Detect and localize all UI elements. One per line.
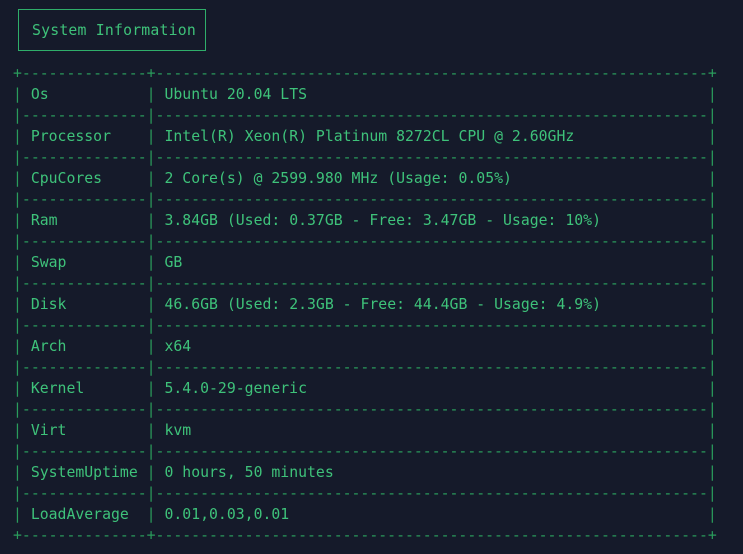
cell-divider: | (146, 464, 165, 481)
row-key: Arch (30, 338, 67, 355)
cell-divider: | (146, 128, 165, 145)
cell-divider: | (146, 338, 165, 355)
row-value: 2 Core(s) @ 2599.980 MHz (Usage: 0.05%) (164, 170, 512, 187)
cell-divider: | (707, 506, 717, 523)
table-row: | Ram | 3.84GB (Used: 0.37GB - Free: 3.4… (13, 210, 717, 231)
row-key: CpuCores (30, 170, 103, 187)
cell-divider: | (146, 170, 165, 187)
cell-divider: | (13, 506, 31, 523)
row-separator: |--------------|------------------------… (13, 149, 717, 166)
system-info-table: +--------------+------------------------… (13, 63, 717, 546)
table-row: | Swap | GB | (13, 252, 717, 273)
cell-divider: | (707, 338, 717, 355)
cell-divider: | (13, 422, 31, 439)
table-row: | SystemUptime | 0 hours, 50 minutes | (13, 462, 717, 483)
cell-divider: | (13, 128, 31, 145)
row-value: 5.4.0-29-generic (164, 380, 308, 397)
cell-divider: | (146, 86, 165, 103)
title-text: System Information (32, 21, 196, 39)
row-key: Processor (30, 128, 112, 145)
cell-divider: | (13, 86, 31, 103)
cell-divider: | (13, 170, 31, 187)
cell-divider: | (13, 212, 31, 229)
row-value: kvm (164, 422, 192, 439)
row-key: Kernel (30, 380, 85, 397)
cell-divider: | (146, 254, 165, 271)
table-row: | CpuCores | 2 Core(s) @ 2599.980 MHz (U… (13, 168, 717, 189)
cell-divider: | (707, 170, 717, 187)
row-separator: |--------------|------------------------… (13, 233, 717, 250)
cell-divider: | (707, 86, 717, 103)
system-information-title: System Information (18, 9, 206, 51)
cell-divider: | (707, 380, 717, 397)
row-separator: |--------------|------------------------… (13, 485, 717, 502)
table-row: | Kernel | 5.4.0-29-generic | (13, 378, 717, 399)
row-key: Os (30, 86, 49, 103)
row-key: Disk (30, 296, 67, 313)
row-separator: |--------------|------------------------… (13, 443, 717, 460)
table-row: | Os | Ubuntu 20.04 LTS | (13, 84, 717, 105)
row-value: 3.84GB (Used: 0.37GB - Free: 3.47GB - Us… (164, 212, 601, 229)
cell-divider: | (146, 380, 165, 397)
table-row: | Processor | Intel(R) Xeon(R) Platinum … (13, 126, 717, 147)
row-key: Ram (30, 212, 58, 229)
cell-divider: | (13, 296, 31, 313)
row-separator: |--------------|------------------------… (13, 275, 717, 292)
row-separator: |--------------|------------------------… (13, 359, 717, 376)
row-separator: |--------------|------------------------… (13, 191, 717, 208)
table-row: | Arch | x64 | (13, 336, 717, 357)
row-key: Swap (30, 254, 67, 271)
cell-divider: | (146, 296, 165, 313)
cell-divider: | (707, 422, 717, 439)
row-separator: |--------------|------------------------… (13, 401, 717, 418)
cell-divider: | (13, 380, 31, 397)
row-value: 0 hours, 50 minutes (164, 464, 334, 481)
table-row: | Virt | kvm | (13, 420, 717, 441)
table-border-bottom: +--------------+------------------------… (13, 527, 717, 544)
table-border-top: +--------------+------------------------… (13, 65, 717, 82)
row-value: Intel(R) Xeon(R) Platinum 8272CL CPU @ 2… (164, 128, 575, 145)
cell-divider: | (13, 338, 31, 355)
row-key: SystemUptime (30, 464, 138, 481)
row-separator: |--------------|------------------------… (13, 317, 717, 334)
row-key: Virt (30, 422, 67, 439)
row-value: x64 (164, 338, 192, 355)
cell-divider: | (13, 254, 31, 271)
table-row: | LoadAverage | 0.01,0.03,0.01 | (13, 504, 717, 525)
cell-divider: | (707, 464, 717, 481)
row-value: 46.6GB (Used: 2.3GB - Free: 44.4GB - Usa… (164, 296, 601, 313)
table-row: | Disk | 46.6GB (Used: 2.3GB - Free: 44.… (13, 294, 717, 315)
cell-divider: | (707, 296, 717, 313)
row-value: GB (164, 254, 183, 271)
cell-divider: | (707, 254, 717, 271)
cell-divider: | (146, 422, 165, 439)
row-value: 0.01,0.03,0.01 (164, 506, 290, 523)
cell-divider: | (707, 128, 717, 145)
cell-divider: | (146, 506, 165, 523)
cell-divider: | (707, 212, 717, 229)
row-separator: |--------------|------------------------… (13, 107, 717, 124)
cell-divider: | (13, 464, 31, 481)
row-value: Ubuntu 20.04 LTS (164, 86, 308, 103)
cell-divider: | (146, 212, 165, 229)
row-key: LoadAverage (30, 506, 129, 523)
